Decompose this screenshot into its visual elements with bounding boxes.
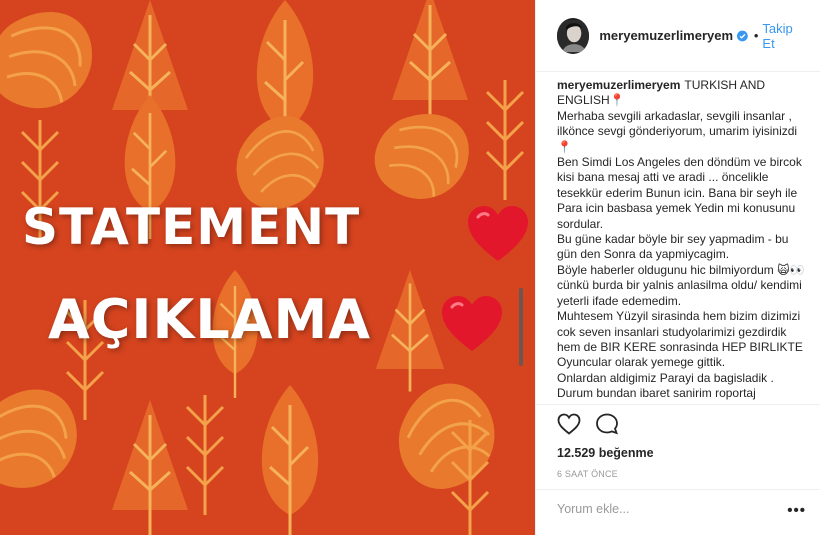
heart-outline-icon[interactable]: [557, 413, 581, 435]
follow-button[interactable]: Takip Et: [762, 21, 804, 51]
header-username[interactable]: meryemuzerlimeryem: [599, 28, 733, 43]
post-actions: [557, 413, 619, 435]
red-heart-icon: [442, 296, 502, 351]
caption-username[interactable]: meryemuzerlimeryem: [557, 78, 680, 92]
caption-line: Ben Simdi Los Angeles den döndüm ve birc…: [557, 155, 802, 231]
caption-line: Bu güne kadar böyle bir sey yapmadim - b…: [557, 232, 789, 262]
divider: [536, 489, 820, 490]
verified-badge-icon: [737, 30, 748, 41]
caption-line: Merhaba sevgili arkadaslar, sevgili insa…: [557, 108, 798, 154]
divider: [536, 404, 820, 405]
leaf-pattern-background: [0, 0, 535, 535]
post-image[interactable]: STATEMENT AÇIKLAMA: [0, 0, 535, 535]
separator-dot: •: [753, 28, 759, 43]
red-heart-icon: [468, 206, 528, 261]
caption-line: Muhtesem Yüzyil sirasinda hem bizim dizi…: [557, 309, 803, 370]
instagram-post-view: STATEMENT AÇIKLAMA meryemuzerlimeryem • …: [0, 0, 820, 535]
post-header: meryemuzerlimeryem • Takip Et: [536, 0, 820, 72]
caption-line: Onlardan aldigimiz Parayi da bagisladik …: [557, 370, 774, 385]
profile-photo-icon: [557, 19, 590, 52]
post-sidebar: meryemuzerlimeryem • Takip Et meryemuzer…: [535, 0, 820, 535]
post-timestamp[interactable]: 6 SAAT ÖNCE: [557, 469, 618, 479]
avatar[interactable]: [557, 17, 590, 54]
caption-line: Böyle haberler oldugunu hic bilmiyordum …: [557, 262, 805, 308]
caption-line: Durum bundan ibaret sanirim roportaj: [557, 386, 756, 401]
image-scroll-indicator[interactable]: [519, 288, 523, 366]
post-caption: meryemuzerlimeryem TURKISH AND ENGLISH📍 M…: [557, 78, 811, 403]
caption-line: meryemuzerlimeryem TURKISH AND ENGLISH📍: [557, 78, 766, 108]
more-options-button[interactable]: •••: [787, 502, 806, 519]
comment-bubble-icon[interactable]: [595, 413, 619, 435]
headline-statement: STATEMENT: [22, 198, 361, 256]
likes-count[interactable]: 12.529 beğenme: [557, 446, 654, 460]
comment-input[interactable]: Yorum ekle...: [557, 502, 757, 516]
